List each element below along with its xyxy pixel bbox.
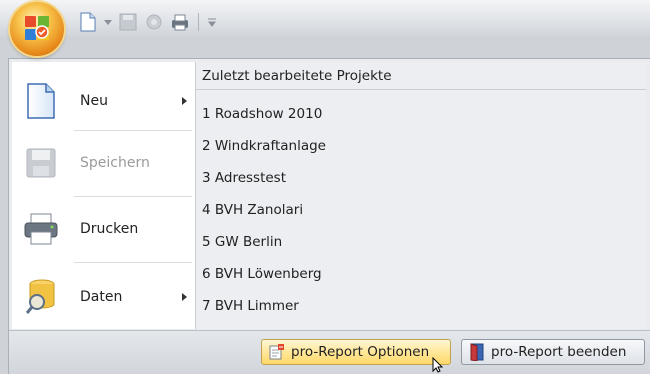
dropdown-arrow-icon[interactable] — [104, 12, 112, 32]
quick-access-toolbar — [78, 10, 217, 34]
office-button[interactable] — [10, 2, 64, 56]
options-button[interactable]: pro-Report Optionen — [261, 339, 451, 365]
menu-item-new[interactable]: Neu — [12, 72, 195, 130]
options-button-label: pro-Report Optionen — [291, 344, 430, 360]
new-document-icon — [22, 80, 60, 122]
menu-item-label: Speichern — [80, 155, 150, 171]
recent-project-item[interactable]: 6 BVH Löwenberg — [202, 260, 322, 288]
application-menu: Neu Speichern Drucken Daten Zuletzt bear… — [8, 58, 650, 374]
menu-item-label: Neu — [80, 93, 108, 109]
office-logo-icon — [25, 16, 49, 40]
menu-item-print[interactable]: Drucken — [12, 200, 195, 258]
save-icon — [118, 12, 138, 32]
exit-button-label: pro-Report beenden — [491, 344, 627, 360]
menu-divider — [74, 196, 192, 197]
print-icon[interactable] — [170, 12, 190, 32]
new-file-icon[interactable] — [78, 12, 98, 32]
submenu-arrow-icon — [182, 293, 187, 301]
printer-icon — [22, 208, 60, 250]
title-bar — [0, 0, 650, 40]
recent-projects-title: Zuletzt bearbeitete Projekte — [196, 62, 646, 90]
options-document-icon — [268, 343, 286, 361]
recent-project-item[interactable]: 1 Roadshow 2010 — [202, 100, 322, 128]
customize-toolbar-icon[interactable] — [207, 12, 217, 32]
command-pane: Neu Speichern Drucken Daten — [12, 62, 196, 329]
menu-item-label: Daten — [80, 289, 123, 305]
exit-door-icon — [468, 343, 486, 361]
menu-divider — [74, 262, 192, 263]
database-search-icon — [22, 276, 60, 318]
toolbar-separator — [198, 13, 199, 31]
menu-footer: pro-Report Optionen pro-Report beenden — [9, 330, 650, 374]
recent-projects-pane: Zuletzt bearbeitete Projekte 1 Roadshow … — [196, 62, 646, 329]
submenu-arrow-icon — [182, 97, 187, 105]
recent-project-item[interactable]: 4 BVH Zanolari — [202, 196, 303, 224]
menu-item-save: Speichern — [12, 134, 195, 192]
mouse-cursor-icon — [432, 357, 444, 373]
menu-divider — [74, 130, 192, 131]
undo-icon — [144, 12, 164, 32]
recent-project-item[interactable]: 5 GW Berlin — [202, 228, 282, 256]
menu-item-label: Drucken — [80, 221, 139, 237]
menu-item-data[interactable]: Daten — [12, 268, 195, 326]
exit-button[interactable]: pro-Report beenden — [461, 339, 645, 365]
recent-project-item[interactable]: 3 Adresstest — [202, 164, 286, 192]
save-disk-icon — [22, 142, 60, 184]
recent-project-item[interactable]: 2 Windkraftanlage — [202, 132, 326, 160]
recent-project-item[interactable]: 7 BVH Limmer — [202, 292, 299, 320]
